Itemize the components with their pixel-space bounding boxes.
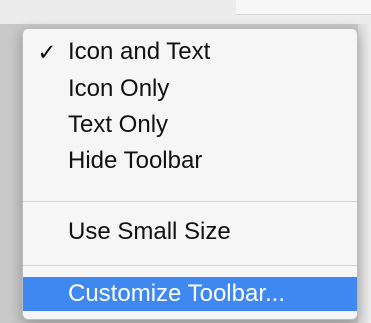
menu-separator: [23, 201, 357, 202]
menu-item-label: Icon Only: [68, 75, 170, 102]
menu-item-icon-only[interactable]: Icon Only: [23, 72, 357, 106]
menu-item-customize-toolbar[interactable]: Customize Toolbar...: [23, 277, 357, 311]
menu-item-label: Icon and Text: [68, 38, 211, 65]
menu-item-label: Customize Toolbar...: [68, 280, 285, 307]
menu-item-label: Text Only: [68, 111, 169, 138]
menu-separator: [23, 265, 357, 266]
toolbar-background-strip: [236, 0, 371, 15]
checkmark-icon: ✓: [37, 39, 57, 65]
menu-item-hide-toolbar[interactable]: Hide Toolbar: [23, 144, 357, 178]
menu-item-label: Hide Toolbar: [68, 147, 203, 174]
toolbar-context-menu: ✓ Icon and Text Icon Only Text Only Hide…: [22, 28, 358, 320]
menu-item-icon-and-text[interactable]: ✓ Icon and Text: [23, 35, 357, 69]
menu-item-text-only[interactable]: Text Only: [23, 108, 357, 142]
menu-item-label: Use Small Size: [68, 218, 231, 245]
menu-item-use-small-size[interactable]: Use Small Size: [23, 215, 357, 249]
window-content-background: [358, 24, 371, 323]
